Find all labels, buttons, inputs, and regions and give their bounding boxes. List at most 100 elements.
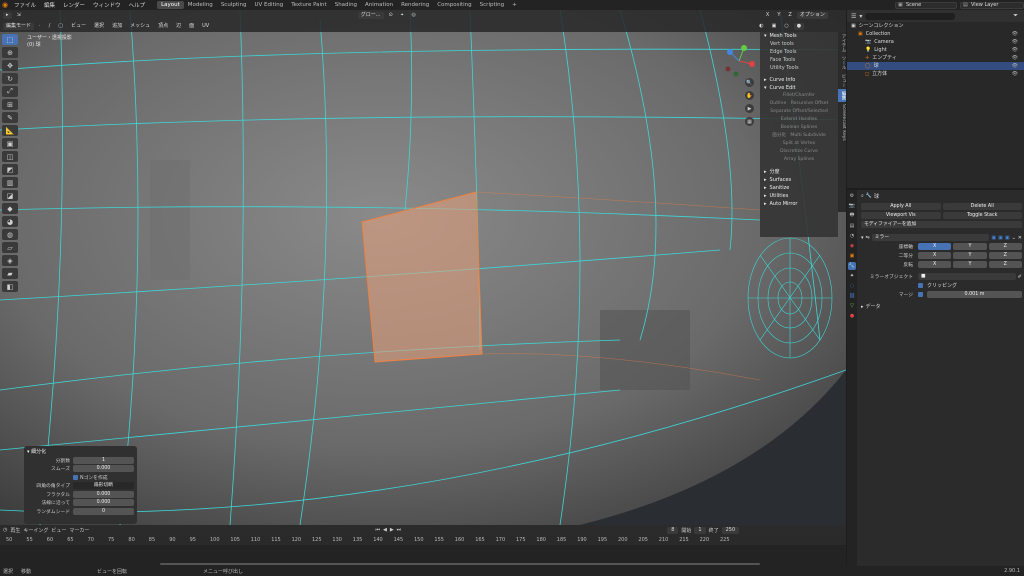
camera-view-icon[interactable]: ▶ [745, 104, 754, 113]
smoothness-field[interactable]: 0.000 [73, 465, 134, 473]
navigation-gizmo[interactable] [722, 44, 756, 78]
view-layer-selector[interactable]: ▤ View Layer [960, 1, 1024, 9]
material-tab-icon[interactable]: ● [848, 312, 856, 320]
outliner-row[interactable]: 📷 Camera 👁 [847, 38, 1024, 46]
axis-z-toggle[interactable]: Z [988, 243, 1022, 250]
menu-render[interactable]: レンダー [59, 1, 89, 9]
utility-tools-item[interactable]: Utility Tools [760, 64, 838, 72]
mirror-object-field[interactable]: ■ [918, 273, 1016, 280]
section-utilities[interactable]: ▸ Utilities [760, 192, 838, 200]
menu-help[interactable]: ヘルプ [125, 1, 150, 9]
along-normal-field[interactable]: 0.000 [73, 499, 134, 507]
axis-z[interactable]: Z [785, 12, 794, 19]
search-icon[interactable]: ⌕ [861, 193, 864, 199]
spin-tool-icon[interactable]: ◕ [2, 216, 18, 227]
bevel-tool-icon[interactable]: ◩ [2, 164, 18, 175]
play-icon[interactable]: ▶ [390, 527, 394, 533]
axis-x[interactable]: X [763, 12, 772, 19]
play-reverse-icon[interactable]: ◀ [383, 527, 387, 533]
particles-tab-icon[interactable]: ✦ [848, 272, 856, 280]
scene-tab-icon[interactable]: ◔ [848, 232, 856, 240]
visibility-eye-icon[interactable]: 👁 [1012, 38, 1024, 46]
eyedropper-icon[interactable]: ✐ [1018, 274, 1022, 280]
merge-checkbox[interactable] [918, 292, 923, 297]
menu-add[interactable]: 追加 [109, 23, 125, 30]
view-menu[interactable]: ビュー [51, 527, 66, 534]
filter-icon[interactable]: ▾ [859, 13, 862, 20]
transform-icon[interactable]: ⇲ [14, 12, 24, 19]
data-subpanel[interactable]: ▸ データ [859, 302, 1024, 311]
xray-icon[interactable]: ▣ [769, 23, 780, 30]
3d-viewport[interactable]: ▸ ⇲ グロー... ⊙ ⌖ ◎ X Y Z オプション 編集モード · / ▢… [0, 10, 846, 525]
clipping-checkbox[interactable] [918, 283, 923, 288]
multi-subdivide-button[interactable]: Multi Subdivide [790, 133, 825, 138]
expand-chevron-icon[interactable]: ▾ [861, 235, 864, 241]
tab-view[interactable]: ビュー [838, 72, 846, 90]
outliner-row[interactable]: ✛ エンプティ 👁 [847, 54, 1024, 62]
bisect-x-toggle[interactable]: X [918, 252, 952, 259]
menu-edge[interactable]: 辺 [173, 23, 184, 30]
bisect-z-toggle[interactable]: Z [988, 252, 1022, 259]
outliner-row[interactable]: 💡 Light 👁 [847, 46, 1024, 54]
section-surfaces[interactable]: ▸ Surfaces [760, 176, 838, 184]
vert-tools-item[interactable]: Vert tools [760, 40, 838, 48]
menu-edit[interactable]: 編集 [40, 1, 59, 9]
render-tab-icon[interactable]: 📷 [848, 202, 856, 210]
face-tools-item[interactable]: Face Tools [760, 56, 838, 64]
menu-window[interactable]: ウィンドウ [89, 1, 125, 9]
viewport-vis-button[interactable]: Viewport Vis [861, 212, 941, 219]
object-tab-icon[interactable]: ▣ [848, 252, 856, 260]
select-box-tool-icon[interactable]: ⬚ [2, 34, 18, 45]
edit-mode-toggle-icon[interactable]: ▣ [991, 235, 996, 241]
outliner-row[interactable]: ▣ Collection 👁 [847, 30, 1024, 38]
scene-selector[interactable]: ▣ Scene [895, 1, 957, 9]
transform-orientation-dropdown[interactable]: グロー... [357, 11, 384, 19]
poly-build-tool-icon[interactable]: ◆ [2, 203, 18, 214]
fractal-field[interactable]: 0.000 [73, 490, 134, 498]
bisect-y-toggle[interactable]: Y [953, 252, 987, 259]
section-0[interactable]: ▸ 分度 [760, 168, 838, 176]
knife-tool-icon[interactable]: ◪ [2, 190, 18, 201]
split-at-vertex-button[interactable]: Split at Vertex [760, 140, 838, 148]
jump-end-icon[interactable]: ⏭ [397, 527, 402, 533]
tab-edit[interactable]: 編集 [838, 89, 846, 102]
tab-tool[interactable]: ツール [838, 54, 846, 72]
recursive-offset-button[interactable]: Recursive Offset [791, 101, 829, 106]
extrude-tool-icon[interactable]: ▣ [2, 138, 18, 149]
curve-edit-header[interactable]: ▾ Curve Edit [760, 84, 838, 92]
tool-tab-icon[interactable]: ⚙ [848, 192, 856, 200]
current-frame-field[interactable]: 8 [667, 526, 679, 534]
visibility-eye-icon[interactable]: 👁 [1012, 54, 1024, 62]
menu-view[interactable]: ビュー [68, 23, 89, 30]
separate-offset-button[interactable]: Separate Offset/Selected [760, 108, 838, 116]
axis-y[interactable]: Y [774, 12, 783, 19]
flip-z-toggle[interactable]: Z [988, 261, 1022, 268]
visibility-eye-icon[interactable]: 👁 [1012, 30, 1024, 38]
timeline[interactable]: 50 55 60 65 70 75 80 85 90 95 100 105 110 115 120 125 13… [0, 535, 846, 566]
timeline-scrollbar[interactable] [160, 563, 760, 565]
physics-tab-icon[interactable]: ◌ [848, 282, 856, 290]
menu-uv[interactable]: UV [199, 23, 212, 30]
tab-animation[interactable]: Animation [361, 1, 397, 9]
tab-rendering[interactable]: Rendering [397, 1, 433, 9]
flip-x-toggle[interactable]: X [918, 261, 952, 268]
merge-distance-field[interactable]: 0.001 m [927, 291, 1022, 298]
add-modifier-dropdown[interactable]: モディファイアーを追加 [861, 221, 1022, 228]
keying-menu[interactable]: キーイング [23, 527, 48, 534]
edge-tools-item[interactable]: Edge Tools [760, 48, 838, 56]
pivot-icon[interactable]: ⊙ [386, 12, 396, 19]
overlay-icon[interactable]: ◐ [756, 23, 766, 30]
end-frame-field[interactable]: 250 [721, 526, 740, 534]
shading-wire-icon[interactable]: ○ [781, 23, 791, 30]
edge-slide-tool-icon[interactable]: ▱ [2, 242, 18, 253]
smooth-tool-icon[interactable]: ◍ [2, 229, 18, 240]
modifier-name-field[interactable]: ミラー [871, 234, 990, 241]
discretize-curve-button[interactable]: Discretize Curve [760, 148, 838, 156]
outliner-search-input[interactable] [865, 12, 956, 20]
axis-x-toggle[interactable]: X [918, 243, 952, 250]
menu-file[interactable]: ファイル [10, 1, 40, 9]
operator-title[interactable]: ▾ 細分化 [27, 448, 134, 456]
number-cuts-field[interactable]: 1 [73, 456, 134, 464]
mesh-tools-header[interactable]: ▾ Mesh Tools [760, 32, 838, 40]
tab-sculpting[interactable]: Sculpting [217, 1, 251, 9]
